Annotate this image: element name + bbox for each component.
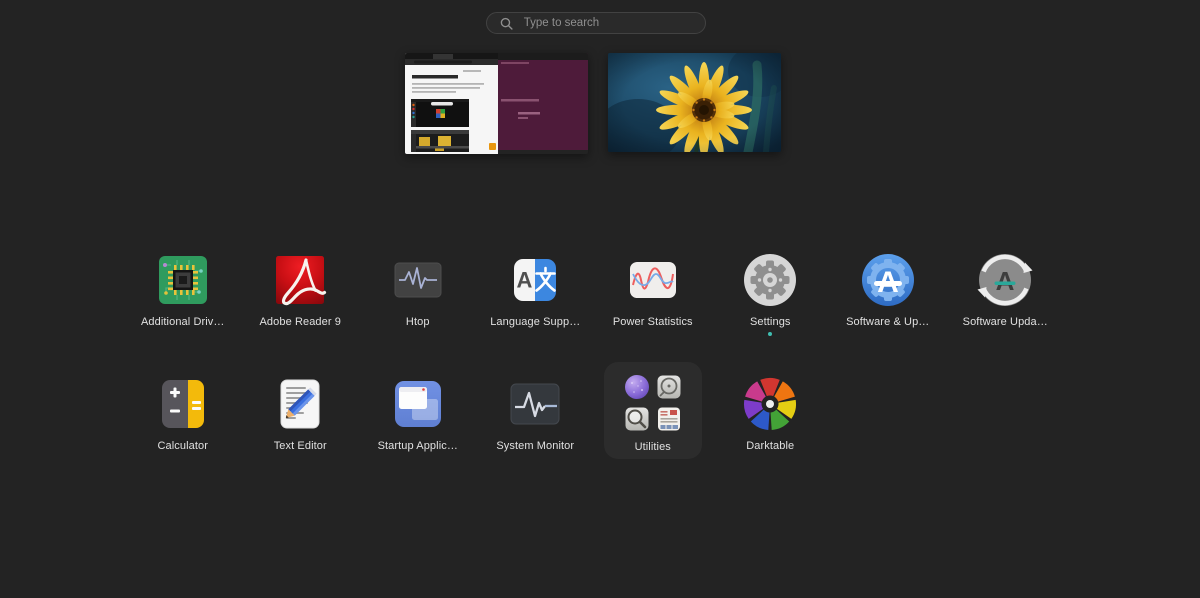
purple-orb-mini-icon (624, 375, 649, 399)
app-startup-applications[interactable]: Startup Applic… (359, 374, 477, 459)
htop-icon (388, 250, 448, 310)
app-grid-row-2: Calculator Text Editor Startup Applic… S… (124, 362, 830, 459)
app-calculator[interactable]: Calculator (124, 374, 242, 459)
search-icon (500, 17, 513, 30)
app-darktable[interactable]: Darktable (712, 374, 830, 459)
running-indicator-dot (768, 332, 773, 336)
activities-overview: Additional Driv… Adobe Re (0, 0, 1200, 598)
app-language-support[interactable]: A Language Supp… (477, 250, 595, 336)
app-label: Additional Driv… (140, 316, 225, 328)
system-monitor-icon (505, 374, 565, 434)
app-label: Software & Up… (846, 316, 930, 328)
app-label: Adobe Reader 9 (259, 316, 341, 328)
software-updater-icon: A (975, 250, 1035, 310)
app-software-and-updates[interactable]: A Software & Up… (829, 250, 947, 336)
settings-icon (740, 250, 800, 310)
app-settings[interactable]: Settings (712, 250, 830, 336)
search-input[interactable] (521, 16, 693, 30)
software-and-updates-icon: A (858, 250, 918, 310)
search-bar[interactable] (486, 12, 706, 34)
browser-terminal-preview (405, 53, 588, 154)
window-thumbnail-browser-terminal[interactable] (405, 53, 588, 154)
calculator-icon (153, 374, 213, 434)
app-utilities-folder[interactable]: Utilities (594, 362, 712, 459)
app-label: Utilities (634, 441, 671, 453)
app-adobe-reader[interactable]: Adobe Reader 9 (242, 250, 360, 336)
app-htop[interactable]: Htop (359, 250, 477, 336)
text-editor-icon (270, 374, 330, 434)
app-label: System Monitor (496, 440, 575, 452)
app-label: Startup Applic… (377, 440, 458, 452)
magnifier-mini-icon (625, 407, 649, 431)
app-power-statistics[interactable]: Power Statistics (594, 250, 712, 336)
power-statistics-icon (623, 250, 683, 310)
app-grid-row-1: Additional Driv… Adobe Reader 9 Htop A L… (124, 250, 1064, 336)
app-software-updater[interactable]: A Software Upda… (947, 250, 1065, 336)
app-label: Calculator (157, 440, 209, 452)
utilities-folder-preview (624, 374, 682, 432)
language-support-icon: A (505, 250, 565, 310)
disks-mini-icon (657, 375, 681, 399)
darktable-icon (740, 374, 800, 434)
adobe-reader-icon (270, 250, 330, 310)
app-label: Language Supp… (490, 316, 581, 328)
app-label: Power Statistics (612, 316, 693, 328)
utilities-folder-icon: Utilities (603, 362, 702, 459)
app-text-editor[interactable]: Text Editor (242, 374, 360, 459)
window-thumbnail-flower[interactable] (608, 53, 781, 152)
document-mini-icon (657, 407, 680, 431)
app-label: Settings (749, 316, 791, 328)
app-system-monitor[interactable]: System Monitor (477, 374, 595, 459)
app-label: Darktable (746, 440, 795, 452)
app-label: Software Upda… (962, 316, 1048, 328)
startup-applications-icon (388, 374, 448, 434)
additional-drivers-icon (153, 250, 213, 310)
app-label: Htop (405, 316, 430, 328)
flower-photo-preview (608, 53, 781, 152)
svg-text:A: A (996, 266, 1015, 296)
svg-text:A: A (517, 268, 533, 293)
app-label: Text Editor (273, 440, 327, 452)
app-additional-drivers[interactable]: Additional Driv… (124, 250, 242, 336)
